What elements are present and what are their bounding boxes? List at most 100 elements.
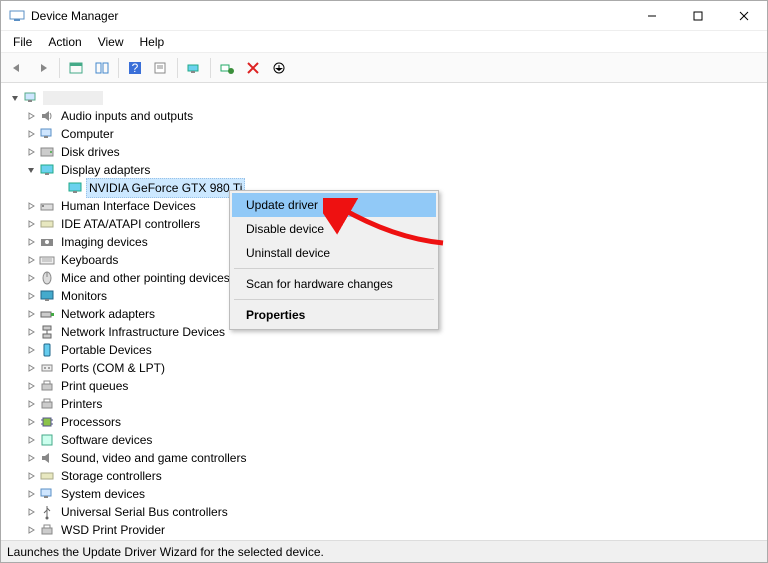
tree-item[interactable]: Monitors (59, 287, 109, 305)
tree-display-adapters[interactable]: Display adapters (59, 161, 152, 179)
close-button[interactable] (721, 1, 767, 31)
expand-icon[interactable] (25, 488, 37, 500)
properties-button[interactable] (149, 56, 173, 80)
device-icon (39, 216, 55, 232)
expand-icon[interactable] (25, 416, 37, 428)
tree-item[interactable]: Storage controllers (59, 467, 164, 485)
tree-item[interactable]: Keyboards (59, 251, 120, 269)
ctx-disable-device[interactable]: Disable device (232, 217, 436, 241)
ctx-separator (234, 268, 434, 269)
scan-hardware-button[interactable] (215, 56, 239, 80)
minimize-button[interactable] (629, 1, 675, 31)
tree-item[interactable]: IDE ATA/ATAPI controllers (59, 215, 202, 233)
expand-icon[interactable] (25, 434, 37, 446)
ctx-scan-hardware[interactable]: Scan for hardware changes (232, 272, 436, 296)
device-icon (39, 504, 55, 520)
context-menu: Update driver Disable device Uninstall d… (229, 190, 439, 330)
display-adapter-icon (39, 162, 55, 178)
tree-item[interactable]: Sound, video and game controllers (59, 449, 248, 467)
expand-icon[interactable] (25, 218, 37, 230)
tree-item[interactable]: System devices (59, 485, 147, 503)
toolbar-separator (177, 58, 178, 78)
expand-icon[interactable] (25, 398, 37, 410)
expand-icon[interactable] (25, 470, 37, 482)
show-hidden-button[interactable] (64, 56, 88, 80)
expand-icon[interactable] (25, 200, 37, 212)
device-icon (39, 378, 55, 394)
tree-root[interactable] (43, 91, 103, 105)
tree-item[interactable]: Portable Devices (59, 341, 154, 359)
tree-item[interactable]: Universal Serial Bus controllers (59, 503, 230, 521)
collapse-icon[interactable] (25, 164, 37, 176)
device-icon (39, 522, 55, 538)
device-icon (39, 414, 55, 430)
menu-file[interactable]: File (5, 33, 40, 51)
expand-icon[interactable] (25, 362, 37, 374)
device-icon (39, 468, 55, 484)
help-button[interactable]: ? (123, 56, 147, 80)
tree-item[interactable]: Print queues (59, 377, 130, 395)
tree-item[interactable]: Network Infrastructure Devices (59, 323, 227, 341)
device-icon (39, 432, 55, 448)
titlebar: Device Manager (1, 1, 767, 31)
expand-icon[interactable] (25, 272, 37, 284)
gpu-icon (67, 180, 83, 196)
expand-icon[interactable] (25, 506, 37, 518)
device-icon (39, 342, 55, 358)
expand-icon[interactable] (25, 344, 37, 356)
tree-item[interactable]: Human Interface Devices (59, 197, 198, 215)
expand-icon[interactable] (25, 146, 37, 158)
device-icon (39, 450, 55, 466)
tree-item[interactable]: Printers (59, 395, 104, 413)
device-icon (39, 486, 55, 502)
expand-icon[interactable] (25, 254, 37, 266)
tree-item[interactable]: Mice and other pointing devices (59, 269, 232, 287)
expand-icon[interactable] (25, 452, 37, 464)
tree-item[interactable]: WSD Print Provider (59, 521, 167, 539)
device-icon (39, 108, 55, 124)
computer-icon (23, 90, 39, 106)
tree-item[interactable]: Network adapters (59, 305, 157, 323)
device-icon (39, 234, 55, 250)
expand-icon[interactable] (25, 380, 37, 392)
ctx-properties[interactable]: Properties (232, 303, 436, 327)
forward-button[interactable] (31, 56, 55, 80)
expand-icon[interactable] (25, 524, 37, 536)
expand-icon[interactable] (25, 236, 37, 248)
collapse-icon[interactable] (9, 92, 21, 104)
expand-icon[interactable] (25, 308, 37, 320)
tree-item[interactable]: Ports (COM & LPT) (59, 359, 167, 377)
device-icon (39, 198, 55, 214)
disable-button[interactable] (267, 56, 291, 80)
menu-help[interactable]: Help (132, 33, 173, 51)
menubar: File Action View Help (1, 31, 767, 53)
expand-icon[interactable] (25, 110, 37, 122)
maximize-button[interactable] (675, 1, 721, 31)
expand-icon[interactable] (25, 290, 37, 302)
ctx-uninstall-device[interactable]: Uninstall device (232, 241, 436, 265)
expand-icon[interactable] (25, 326, 37, 338)
tree-item[interactable]: Computer (59, 125, 116, 143)
ctx-update-driver[interactable]: Update driver (232, 193, 436, 217)
device-icon (39, 252, 55, 268)
expand-icon[interactable] (25, 128, 37, 140)
toolbar: ? (1, 53, 767, 83)
toolbar-separator (118, 58, 119, 78)
tree-item[interactable]: Disk drives (59, 143, 122, 161)
statusbar: Launches the Update Driver Wizard for th… (1, 540, 767, 562)
tree-item[interactable]: Audio inputs and outputs (59, 107, 195, 125)
tree-item[interactable]: Imaging devices (59, 233, 150, 251)
view-button[interactable] (90, 56, 114, 80)
uninstall-button[interactable] (241, 56, 265, 80)
tree-selected-device[interactable]: NVIDIA GeForce GTX 980 Ti (86, 178, 245, 198)
app-icon (9, 8, 25, 24)
toolbar-separator (59, 58, 60, 78)
tree-item[interactable]: Software devices (59, 431, 154, 449)
menu-action[interactable]: Action (40, 33, 89, 51)
back-button[interactable] (5, 56, 29, 80)
update-driver-button[interactable] (182, 56, 206, 80)
tree-item[interactable]: Processors (59, 413, 123, 431)
svg-text:?: ? (132, 61, 139, 75)
device-icon (39, 126, 55, 142)
menu-view[interactable]: View (90, 33, 132, 51)
